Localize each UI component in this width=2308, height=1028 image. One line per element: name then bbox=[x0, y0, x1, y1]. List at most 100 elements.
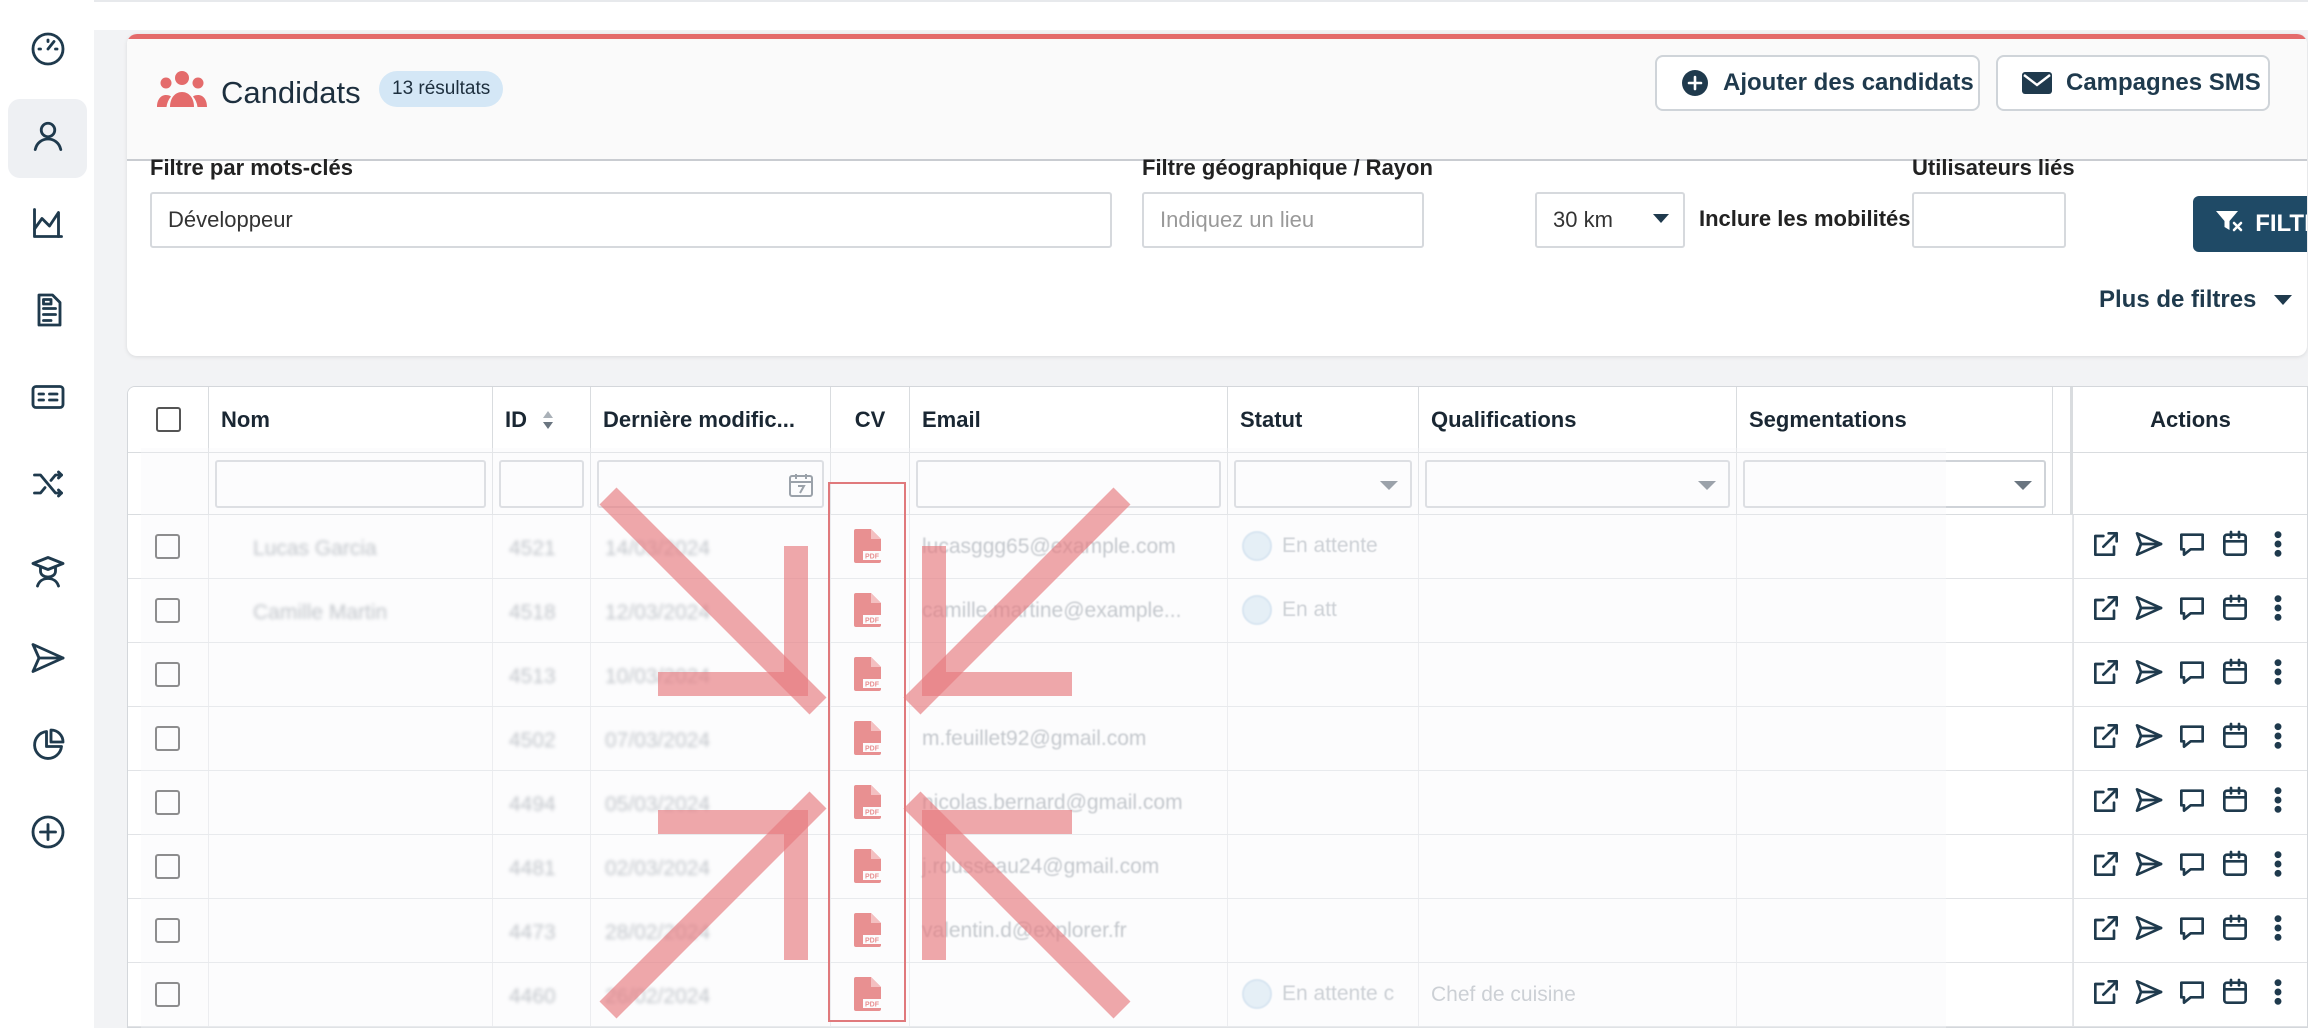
send-icon[interactable] bbox=[2133, 656, 2165, 693]
table-row[interactable]: 4513 10/03/2024 PDF bbox=[128, 643, 2307, 707]
pdf-icon[interactable]: PDF bbox=[853, 849, 881, 883]
calendar-icon[interactable] bbox=[2219, 528, 2251, 565]
name-filter-input[interactable] bbox=[215, 460, 486, 508]
pdf-icon[interactable]: PDF bbox=[853, 593, 881, 627]
row-checkbox[interactable] bbox=[155, 598, 180, 623]
radius-select[interactable]: 30 km bbox=[1535, 192, 1685, 248]
row-checkbox[interactable] bbox=[155, 982, 180, 1007]
sidebar-item-messages[interactable] bbox=[8, 621, 87, 700]
location-input[interactable]: Indiquez un lieu bbox=[1142, 192, 1424, 248]
status-filter-select[interactable] bbox=[1234, 460, 1412, 508]
open-external-icon[interactable] bbox=[2090, 976, 2122, 1013]
row-checkbox[interactable] bbox=[155, 854, 180, 879]
comment-icon[interactable] bbox=[2176, 720, 2208, 757]
open-external-icon[interactable] bbox=[2090, 528, 2122, 565]
comment-icon[interactable] bbox=[2176, 592, 2208, 629]
pdf-icon[interactable]: PDF bbox=[853, 785, 881, 819]
sidebar-item-reports[interactable] bbox=[8, 708, 87, 787]
more-vertical-icon[interactable] bbox=[2262, 720, 2294, 757]
table-row[interactable]: 4481 02/03/2024 PDF j.rousseau24@gmail.com bbox=[128, 835, 2307, 899]
column-header-cv[interactable]: CV bbox=[831, 387, 910, 453]
calendar-icon[interactable] bbox=[2219, 912, 2251, 949]
open-external-icon[interactable] bbox=[2090, 784, 2122, 821]
date-filter-input[interactable] bbox=[597, 460, 824, 508]
table-row[interactable]: Lucas Garcia 4521 14/03/2024 PDF lucasggg65@… bbox=[128, 515, 2307, 579]
calendar-icon[interactable] bbox=[2219, 720, 2251, 757]
more-vertical-icon[interactable] bbox=[2262, 656, 2294, 693]
send-icon[interactable] bbox=[2133, 720, 2165, 757]
column-header-name[interactable]: Nom bbox=[209, 387, 493, 453]
sidebar-item-stats[interactable] bbox=[8, 186, 87, 265]
candidate-name[interactable]: Camille Martin bbox=[253, 601, 387, 625]
table-row[interactable]: Camille Martin 4518 12/03/2024 PDF camille.m… bbox=[128, 579, 2307, 643]
more-filters-link[interactable]: Plus de filtres bbox=[2099, 286, 2293, 314]
open-external-icon[interactable] bbox=[2090, 848, 2122, 885]
table-row[interactable]: 4473 28/02/2024 PDF valentin.d@explorer.fr bbox=[128, 899, 2307, 963]
sidebar-item-billing[interactable] bbox=[8, 360, 87, 439]
send-icon[interactable] bbox=[2133, 912, 2165, 949]
column-header-status[interactable]: Statut bbox=[1228, 387, 1419, 453]
column-header-segmentations[interactable]: Segmentations bbox=[1737, 387, 2053, 453]
sidebar-item-add[interactable] bbox=[8, 795, 87, 874]
segmentations-filter-select[interactable] bbox=[1743, 460, 2046, 508]
open-external-icon[interactable] bbox=[2090, 720, 2122, 757]
pdf-icon[interactable]: PDF bbox=[853, 721, 881, 755]
row-checkbox[interactable] bbox=[155, 662, 180, 687]
calendar-icon[interactable] bbox=[2219, 784, 2251, 821]
linked-users-input[interactable] bbox=[1912, 192, 2066, 248]
column-header-email[interactable]: Email bbox=[910, 387, 1228, 453]
comment-icon[interactable] bbox=[2176, 976, 2208, 1013]
sidebar-item-documents[interactable] bbox=[8, 273, 87, 352]
candidate-email[interactable]: camille.martine@example... bbox=[922, 599, 1181, 623]
open-external-icon[interactable] bbox=[2090, 912, 2122, 949]
pdf-icon[interactable]: PDF bbox=[853, 657, 881, 691]
calendar-icon[interactable] bbox=[2219, 976, 2251, 1013]
keywords-input[interactable]: Développeur bbox=[150, 192, 1112, 248]
calendar-icon[interactable] bbox=[2219, 656, 2251, 693]
pdf-icon[interactable]: PDF bbox=[853, 529, 881, 563]
table-row[interactable]: 4460 26/02/2024 PDF En attente c Chef de cui… bbox=[128, 963, 2307, 1027]
more-vertical-icon[interactable] bbox=[2262, 528, 2294, 565]
candidate-email[interactable]: m.feuillet92@gmail.com bbox=[922, 727, 1146, 751]
candidate-email[interactable]: lucasggg65@example.com bbox=[922, 535, 1176, 559]
pdf-icon[interactable]: PDF bbox=[853, 913, 881, 947]
calendar-icon[interactable] bbox=[2219, 592, 2251, 629]
sidebar-item-training[interactable] bbox=[8, 534, 87, 613]
more-vertical-icon[interactable] bbox=[2262, 592, 2294, 629]
add-candidates-button[interactable]: Ajouter des candidats bbox=[1655, 55, 1980, 111]
id-filter-input[interactable] bbox=[499, 460, 584, 508]
comment-icon[interactable] bbox=[2176, 784, 2208, 821]
candidate-email[interactable]: j.rousseau24@gmail.com bbox=[922, 855, 1159, 879]
table-row[interactable]: 4502 07/03/2024 PDF m.feuillet92@gmail.com bbox=[128, 707, 2307, 771]
calendar-icon[interactable] bbox=[2219, 848, 2251, 885]
sidebar-item-dashboard[interactable] bbox=[8, 12, 87, 91]
sms-campaigns-button[interactable]: Campagnes SMS bbox=[1996, 55, 2270, 111]
more-vertical-icon[interactable] bbox=[2262, 976, 2294, 1013]
candidate-email[interactable]: nicolas.bernard@gmail.com bbox=[922, 791, 1183, 815]
row-checkbox[interactable] bbox=[155, 534, 180, 559]
column-header-qualifications[interactable]: Qualifications bbox=[1419, 387, 1737, 453]
send-icon[interactable] bbox=[2133, 848, 2165, 885]
table-row[interactable]: 4494 05/03/2024 PDF nicolas.bernard@gmail.c… bbox=[128, 771, 2307, 835]
qualifications-filter-select[interactable] bbox=[1425, 460, 1730, 508]
filter-button[interactable]: FILTRER bbox=[2193, 196, 2307, 252]
comment-icon[interactable] bbox=[2176, 656, 2208, 693]
row-checkbox[interactable] bbox=[155, 790, 180, 815]
send-icon[interactable] bbox=[2133, 784, 2165, 821]
comment-icon[interactable] bbox=[2176, 912, 2208, 949]
open-external-icon[interactable] bbox=[2090, 592, 2122, 629]
more-vertical-icon[interactable] bbox=[2262, 848, 2294, 885]
open-external-icon[interactable] bbox=[2090, 656, 2122, 693]
candidate-name[interactable]: Lucas Garcia bbox=[253, 537, 377, 561]
send-icon[interactable] bbox=[2133, 976, 2165, 1013]
send-icon[interactable] bbox=[2133, 592, 2165, 629]
pdf-icon[interactable]: PDF bbox=[853, 977, 881, 1011]
comment-icon[interactable] bbox=[2176, 528, 2208, 565]
row-checkbox[interactable] bbox=[155, 726, 180, 751]
send-icon[interactable] bbox=[2133, 528, 2165, 565]
more-vertical-icon[interactable] bbox=[2262, 784, 2294, 821]
email-filter-input[interactable] bbox=[916, 460, 1221, 508]
column-header-last-modified[interactable]: Dernière modific... bbox=[591, 387, 831, 453]
column-header-id[interactable]: ID bbox=[493, 387, 591, 453]
comment-icon[interactable] bbox=[2176, 848, 2208, 885]
